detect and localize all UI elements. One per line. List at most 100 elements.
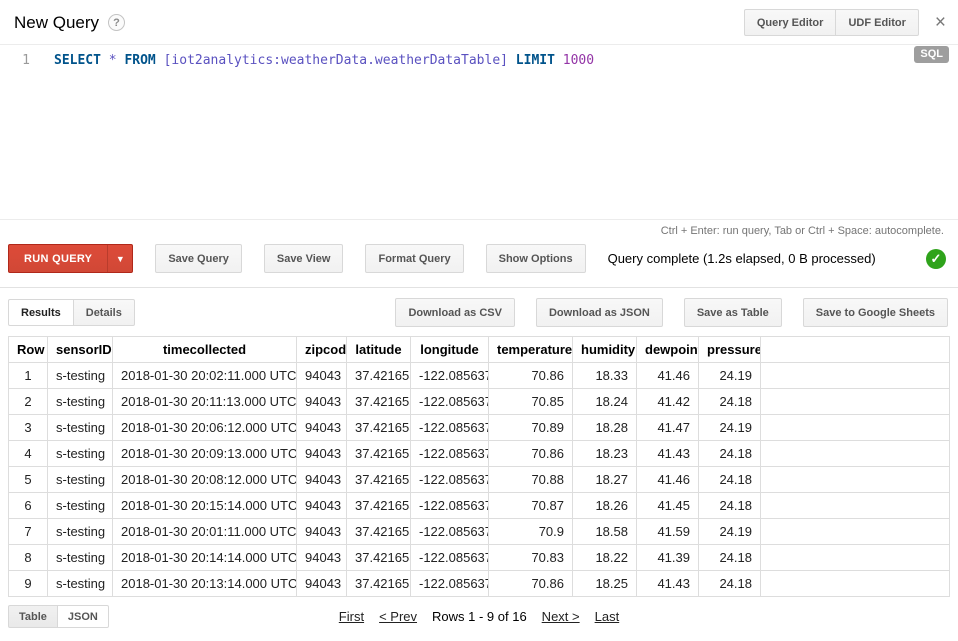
table-row: 8s-testing2018-01-30 20:14:14.000 UTC940…	[9, 545, 950, 571]
table-row: 2s-testing2018-01-30 20:11:13.000 UTC940…	[9, 389, 950, 415]
results-footer: Table JSON First < Prev Rows 1 - 9 of 16…	[0, 597, 958, 638]
data-cell: -122.085637	[411, 519, 489, 545]
pagination-range-text: Rows 1 - 9 of 16	[432, 609, 527, 624]
data-cell: 24.19	[699, 519, 761, 545]
table-row: 7s-testing2018-01-30 20:01:11.000 UTC940…	[9, 519, 950, 545]
pagination-last-link[interactable]: Last	[595, 609, 620, 624]
data-cell: 37.421655	[347, 467, 411, 493]
save-to-sheets-button[interactable]: Save to Google Sheets	[803, 298, 948, 327]
show-options-button[interactable]: Show Options	[486, 244, 586, 273]
data-cell: -122.085637	[411, 415, 489, 441]
save-as-table-button[interactable]: Save as Table	[684, 298, 782, 327]
row-number-cell: 6	[9, 493, 48, 519]
data-cell: 37.421655	[347, 493, 411, 519]
data-cell: 70.86	[489, 363, 573, 389]
run-query-button[interactable]: RUN QUERY	[9, 245, 107, 272]
data-cell: s-testing	[48, 571, 113, 597]
data-cell: 37.421655	[347, 571, 411, 597]
data-cell: 41.43	[637, 441, 699, 467]
sql-keyword-from: FROM	[124, 53, 155, 68]
data-cell: 37.421655	[347, 363, 411, 389]
data-cell	[761, 389, 950, 415]
row-number-cell: 1	[9, 363, 48, 389]
data-cell: 94043	[297, 545, 347, 571]
data-cell: 94043	[297, 493, 347, 519]
query-status-text: Query complete (1.2s elapsed, 0 B proces…	[608, 251, 876, 266]
data-cell: 70.86	[489, 441, 573, 467]
data-cell: 18.26	[573, 493, 637, 519]
data-cell: -122.085637	[411, 571, 489, 597]
pagination-first-link[interactable]: First	[339, 609, 364, 624]
data-cell: 2018-01-30 20:01:11.000 UTC	[113, 519, 297, 545]
download-csv-button[interactable]: Download as CSV	[395, 298, 515, 327]
data-cell: 24.18	[699, 441, 761, 467]
results-table-container: RowsensorIDtimecollectedzipcodelatitudel…	[0, 336, 958, 597]
data-cell: 2018-01-30 20:09:13.000 UTC	[113, 441, 297, 467]
query-success-check-icon[interactable]: ✓	[926, 249, 946, 269]
data-cell: 24.18	[699, 389, 761, 415]
data-cell: 18.24	[573, 389, 637, 415]
pagination-prev-link[interactable]: < Prev	[379, 609, 417, 624]
data-cell: 41.39	[637, 545, 699, 571]
download-json-button[interactable]: Download as JSON	[536, 298, 663, 327]
run-query-dropdown-caret-icon[interactable]: ▼	[107, 245, 132, 272]
data-cell: 70.86	[489, 571, 573, 597]
column-header: timecollected	[113, 337, 297, 363]
column-header: latitude	[347, 337, 411, 363]
view-table-button[interactable]: Table	[8, 605, 58, 628]
udf-editor-button[interactable]: UDF Editor	[835, 9, 918, 36]
view-json-button[interactable]: JSON	[57, 605, 109, 628]
line-number: 1	[0, 45, 40, 219]
column-header: zipcode	[297, 337, 347, 363]
data-cell: 94043	[297, 363, 347, 389]
sql-keyword-limit: LIMIT	[516, 53, 555, 68]
save-query-button[interactable]: Save Query	[155, 244, 242, 273]
data-cell: 41.45	[637, 493, 699, 519]
sql-limit-value: 1000	[563, 53, 594, 68]
table-row: 9s-testing2018-01-30 20:13:14.000 UTC940…	[9, 571, 950, 597]
data-cell: -122.085637	[411, 493, 489, 519]
data-cell: 37.421655	[347, 545, 411, 571]
tab-results[interactable]: Results	[8, 299, 74, 326]
query-editor-button[interactable]: Query Editor	[744, 9, 837, 36]
sql-mode-badge: SQL	[914, 46, 949, 63]
data-cell: 18.23	[573, 441, 637, 467]
close-icon[interactable]: ×	[935, 13, 946, 32]
data-cell: 18.27	[573, 467, 637, 493]
column-header: temperature	[489, 337, 573, 363]
row-number-cell: 2	[9, 389, 48, 415]
pagination-next-link[interactable]: Next >	[542, 609, 580, 624]
column-header: Row	[9, 337, 48, 363]
sql-star: *	[109, 53, 117, 68]
data-cell: s-testing	[48, 363, 113, 389]
data-cell: 2018-01-30 20:13:14.000 UTC	[113, 571, 297, 597]
table-row: 1s-testing2018-01-30 20:02:11.000 UTC940…	[9, 363, 950, 389]
row-number-cell: 4	[9, 441, 48, 467]
results-bar: Results Details Download as CSV Download…	[0, 288, 958, 336]
data-cell: 41.46	[637, 467, 699, 493]
format-query-button[interactable]: Format Query	[365, 244, 463, 273]
save-view-button[interactable]: Save View	[264, 244, 344, 273]
run-query-split-button: RUN QUERY ▼	[8, 244, 133, 273]
query-editor[interactable]: 1 SELECT * FROM [iot2analytics:weatherDa…	[0, 44, 958, 220]
tab-details[interactable]: Details	[73, 299, 135, 326]
data-cell: 24.18	[699, 545, 761, 571]
data-cell: 2018-01-30 20:11:13.000 UTC	[113, 389, 297, 415]
data-cell: s-testing	[48, 415, 113, 441]
data-cell: 70.88	[489, 467, 573, 493]
data-cell: 41.59	[637, 519, 699, 545]
sql-table-ref: [iot2analytics:weatherData.weatherDataTa…	[164, 53, 508, 68]
data-cell: -122.085637	[411, 441, 489, 467]
shortcut-hint: Ctrl + Enter: run query, Tab or Ctrl + S…	[0, 220, 958, 241]
sql-code[interactable]: SELECT * FROM [iot2analytics:weatherData…	[40, 45, 958, 219]
data-cell: s-testing	[48, 545, 113, 571]
data-cell	[761, 441, 950, 467]
data-cell: 2018-01-30 20:06:12.000 UTC	[113, 415, 297, 441]
help-icon[interactable]: ?	[108, 14, 125, 31]
data-cell: 70.85	[489, 389, 573, 415]
data-cell: -122.085637	[411, 363, 489, 389]
data-cell: 37.421655	[347, 415, 411, 441]
data-cell: 41.43	[637, 571, 699, 597]
data-cell: 2018-01-30 20:02:11.000 UTC	[113, 363, 297, 389]
data-cell: 18.25	[573, 571, 637, 597]
